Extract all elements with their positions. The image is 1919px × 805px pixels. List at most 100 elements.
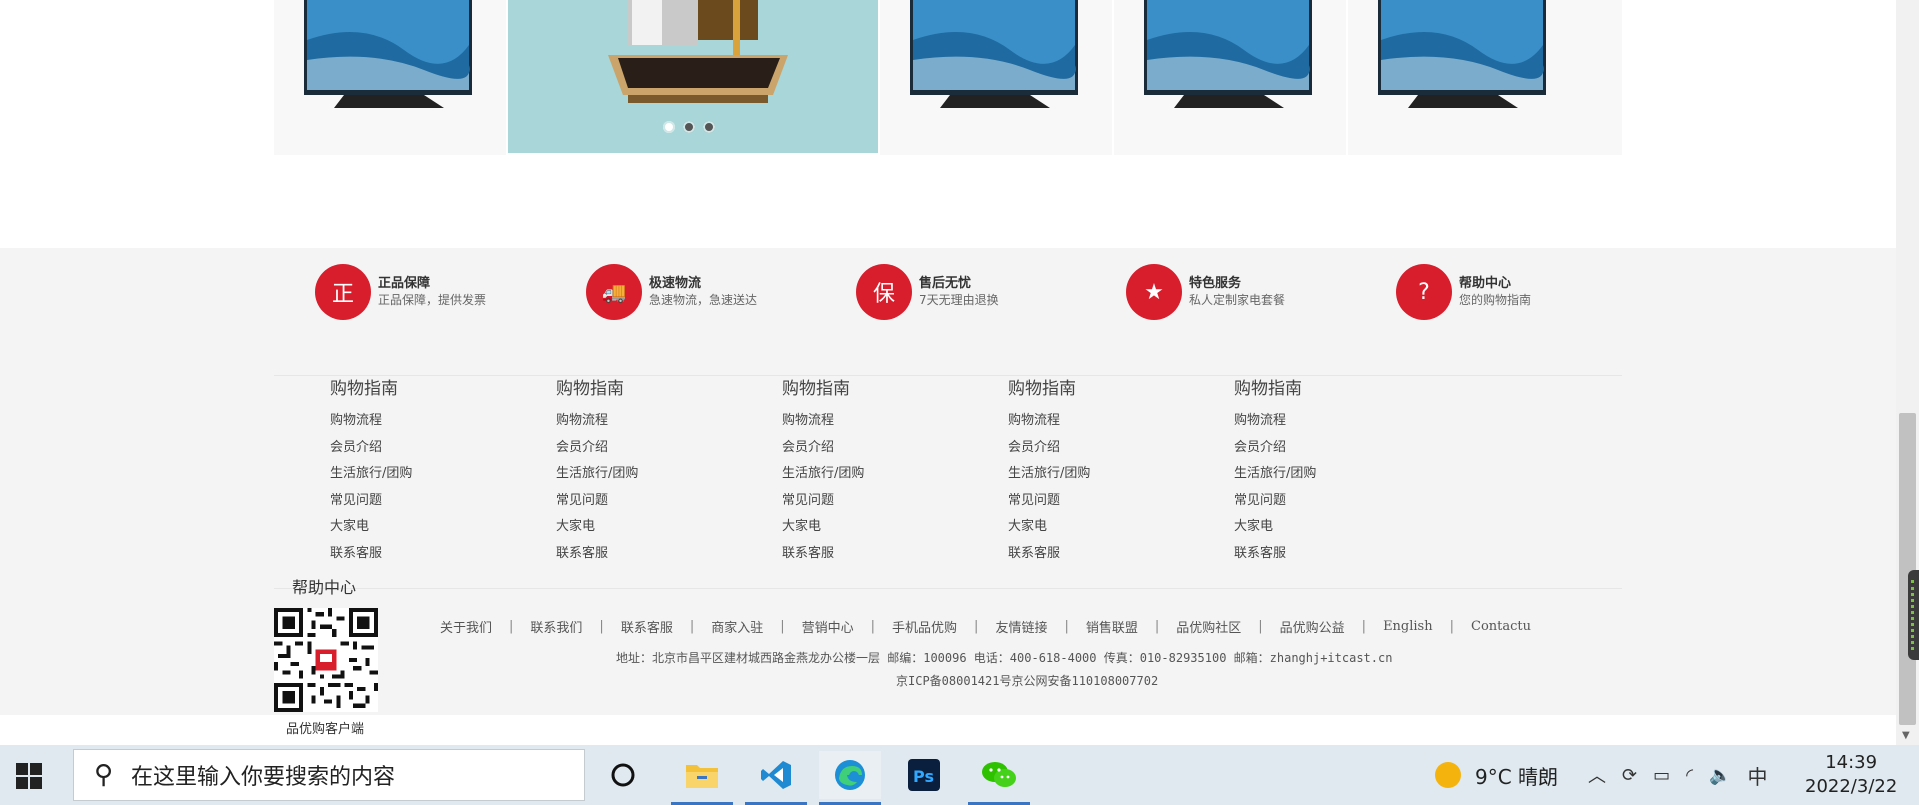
service-title: 正品保障 <box>378 276 431 291</box>
search-icon: ⚲ <box>94 760 114 790</box>
guide-link[interactable]: 购物流程 <box>556 408 756 435</box>
guide-link[interactable]: 联系客服 <box>330 541 530 568</box>
footer-link-english[interactable]: English <box>1383 619 1433 634</box>
footer-link-friends[interactable]: 友情链接 <box>995 617 1047 636</box>
link-separator: | <box>1258 619 1263 634</box>
guide-link[interactable]: 常见问题 <box>1008 488 1208 515</box>
carousel-banner[interactable] <box>508 0 878 153</box>
guide-link[interactable]: 常见问题 <box>330 488 530 515</box>
guide-link[interactable]: 会员介绍 <box>782 435 982 462</box>
sun-icon <box>1435 762 1461 788</box>
tv-image <box>1144 0 1312 112</box>
product-tile[interactable] <box>1114 0 1346 155</box>
guide-link[interactable]: 会员介绍 <box>1008 435 1208 462</box>
guide-link[interactable]: 联系客服 <box>782 541 982 568</box>
guide-link[interactable]: 常见问题 <box>556 488 756 515</box>
sync-icon[interactable]: ⟳ <box>1622 765 1637 786</box>
guide-link[interactable]: 常见问题 <box>782 488 982 515</box>
guide-link[interactable]: 大家电 <box>330 514 530 541</box>
service-item[interactable]: ? 帮助中心 您的购物指南 <box>1396 264 1531 320</box>
guide-link[interactable]: 大家电 <box>782 514 982 541</box>
service-title: 售后无忧 <box>919 276 972 291</box>
icp-record: 京ICP备08001421号京公网安备110108007702 <box>896 674 1159 688</box>
shield-icon: 保 <box>856 264 912 320</box>
footer-link-mobile[interactable]: 手机品优购 <box>892 617 957 636</box>
carousel-dot-1[interactable] <box>663 121 675 133</box>
photoshop-icon[interactable]: Ps <box>893 751 955 799</box>
footer-link-marketing[interactable]: 营销中心 <box>802 617 854 636</box>
carousel-dot-2[interactable] <box>683 121 695 133</box>
guide-column-title: 购物指南 <box>1008 379 1076 399</box>
footer-link-contact[interactable]: 联系我们 <box>530 617 582 636</box>
service-item[interactable]: 正 正品保障 正品保障，提供发票 <box>315 264 486 320</box>
side-widget-handle[interactable] <box>1908 570 1919 660</box>
guide-link[interactable]: 大家电 <box>556 514 756 541</box>
carousel-dots <box>663 121 715 133</box>
product-tile[interactable] <box>1348 0 1622 155</box>
guide-link[interactable]: 联系客服 <box>1008 541 1208 568</box>
service-subtitle: 正品保障，提供发票 <box>378 293 487 307</box>
footer-link-community[interactable]: 品优购社区 <box>1176 617 1241 636</box>
chevron-up-icon[interactable]: ︿ <box>1588 762 1606 788</box>
divider <box>274 588 1622 589</box>
weather-widget[interactable]: 9°C 晴朗 <box>1435 745 1558 805</box>
footer-link-customer-service[interactable]: 联系客服 <box>621 617 673 636</box>
guide-link[interactable]: 生活旅行/团购 <box>330 461 530 488</box>
service-item[interactable]: 🚚 极速物流急速物流，急速送达 <box>586 264 757 320</box>
footer-link-about[interactable]: 关于我们 <box>440 617 492 636</box>
delivery-truck-icon: 🚚 <box>586 264 642 320</box>
taskbar-search-box[interactable]: ⚲ 在这里输入你要搜索的内容 <box>73 749 585 801</box>
guide-link[interactable]: 会员介绍 <box>556 435 756 462</box>
wifi-icon[interactable]: ◜ <box>1686 765 1693 786</box>
guide-link[interactable]: 会员介绍 <box>1234 435 1434 462</box>
windows-start-icon[interactable] <box>16 763 42 789</box>
carousel-dot-3[interactable] <box>703 121 715 133</box>
service-item[interactable]: 保 售后无忧 7天无理由退换 <box>856 264 999 320</box>
guide-column-title: 购物指南 <box>556 379 624 399</box>
award-icon: ★ <box>1126 264 1182 320</box>
company-address: 地址：北京市昌平区建材城西路金燕龙办公楼一层 邮编：100096 电话：400-… <box>616 651 1393 665</box>
wechat-icon[interactable] <box>968 751 1030 805</box>
footer-link-charity[interactable]: 品优购公益 <box>1280 617 1345 636</box>
taskbar-clock[interactable]: 14:39 2022/3/22 <box>1805 751 1897 799</box>
service-subtitle: 急速物流，急速送达 <box>649 293 758 307</box>
tv-image <box>1378 0 1546 112</box>
guide-link[interactable]: 购物流程 <box>1234 408 1434 435</box>
edge-icon[interactable] <box>819 751 881 805</box>
service-title: 帮助中心 <box>1459 276 1512 291</box>
product-tile[interactable] <box>274 0 506 155</box>
footer-link-contactus[interactable]: Contactu <box>1471 619 1531 634</box>
ime-indicator[interactable]: 中 <box>1748 761 1768 790</box>
guide-link[interactable]: 生活旅行/团购 <box>1008 461 1208 488</box>
battery-icon[interactable]: ▭ <box>1653 765 1670 786</box>
cortana-icon[interactable] <box>592 751 654 799</box>
link-separator: | <box>1361 619 1367 634</box>
guide-link[interactable]: 大家电 <box>1008 514 1208 541</box>
svg-text:Ps: Ps <box>913 767 934 786</box>
footer-link-merchant[interactable]: 商家入驻 <box>711 617 763 636</box>
scroll-down-arrow-icon[interactable]: ▼ <box>1902 730 1910 741</box>
service-item[interactable]: ★ 特色服务 私人定制家电套餐 <box>1126 264 1285 320</box>
guide-link[interactable]: 生活旅行/团购 <box>1234 461 1434 488</box>
guide-link[interactable]: 生活旅行/团购 <box>556 461 756 488</box>
guide-link[interactable]: 购物流程 <box>782 408 982 435</box>
help-question-icon: ? <box>1396 264 1452 320</box>
footer-link-alliance[interactable]: 销售联盟 <box>1086 617 1138 636</box>
guide-link[interactable]: 购物流程 <box>1008 408 1208 435</box>
vscode-icon[interactable] <box>745 751 807 805</box>
guide-link[interactable]: 联系客服 <box>556 541 756 568</box>
speaker-icon[interactable]: 🔈 <box>1709 765 1731 786</box>
guide-link[interactable]: 生活旅行/团购 <box>782 461 982 488</box>
guide-link[interactable]: 大家电 <box>1234 514 1434 541</box>
guide-link[interactable]: 购物流程 <box>330 408 530 435</box>
system-tray: ︿ ⟳ ▭ ◜ 🔈 中 <box>1588 745 1768 805</box>
link-separator: | <box>1154 619 1160 634</box>
guide-link[interactable]: 联系客服 <box>1234 541 1434 568</box>
file-explorer-icon[interactable] <box>671 751 733 805</box>
guide-column: 购物指南 购物流程 会员介绍 生活旅行/团购 常见问题 大家电 联系客服 <box>1234 374 1434 568</box>
product-tile[interactable] <box>880 0 1112 155</box>
guide-link[interactable]: 会员介绍 <box>330 435 530 462</box>
scrollbar-thumb[interactable] <box>1899 413 1916 725</box>
service-title: 极速物流 <box>649 276 702 291</box>
guide-link[interactable]: 常见问题 <box>1234 488 1434 515</box>
